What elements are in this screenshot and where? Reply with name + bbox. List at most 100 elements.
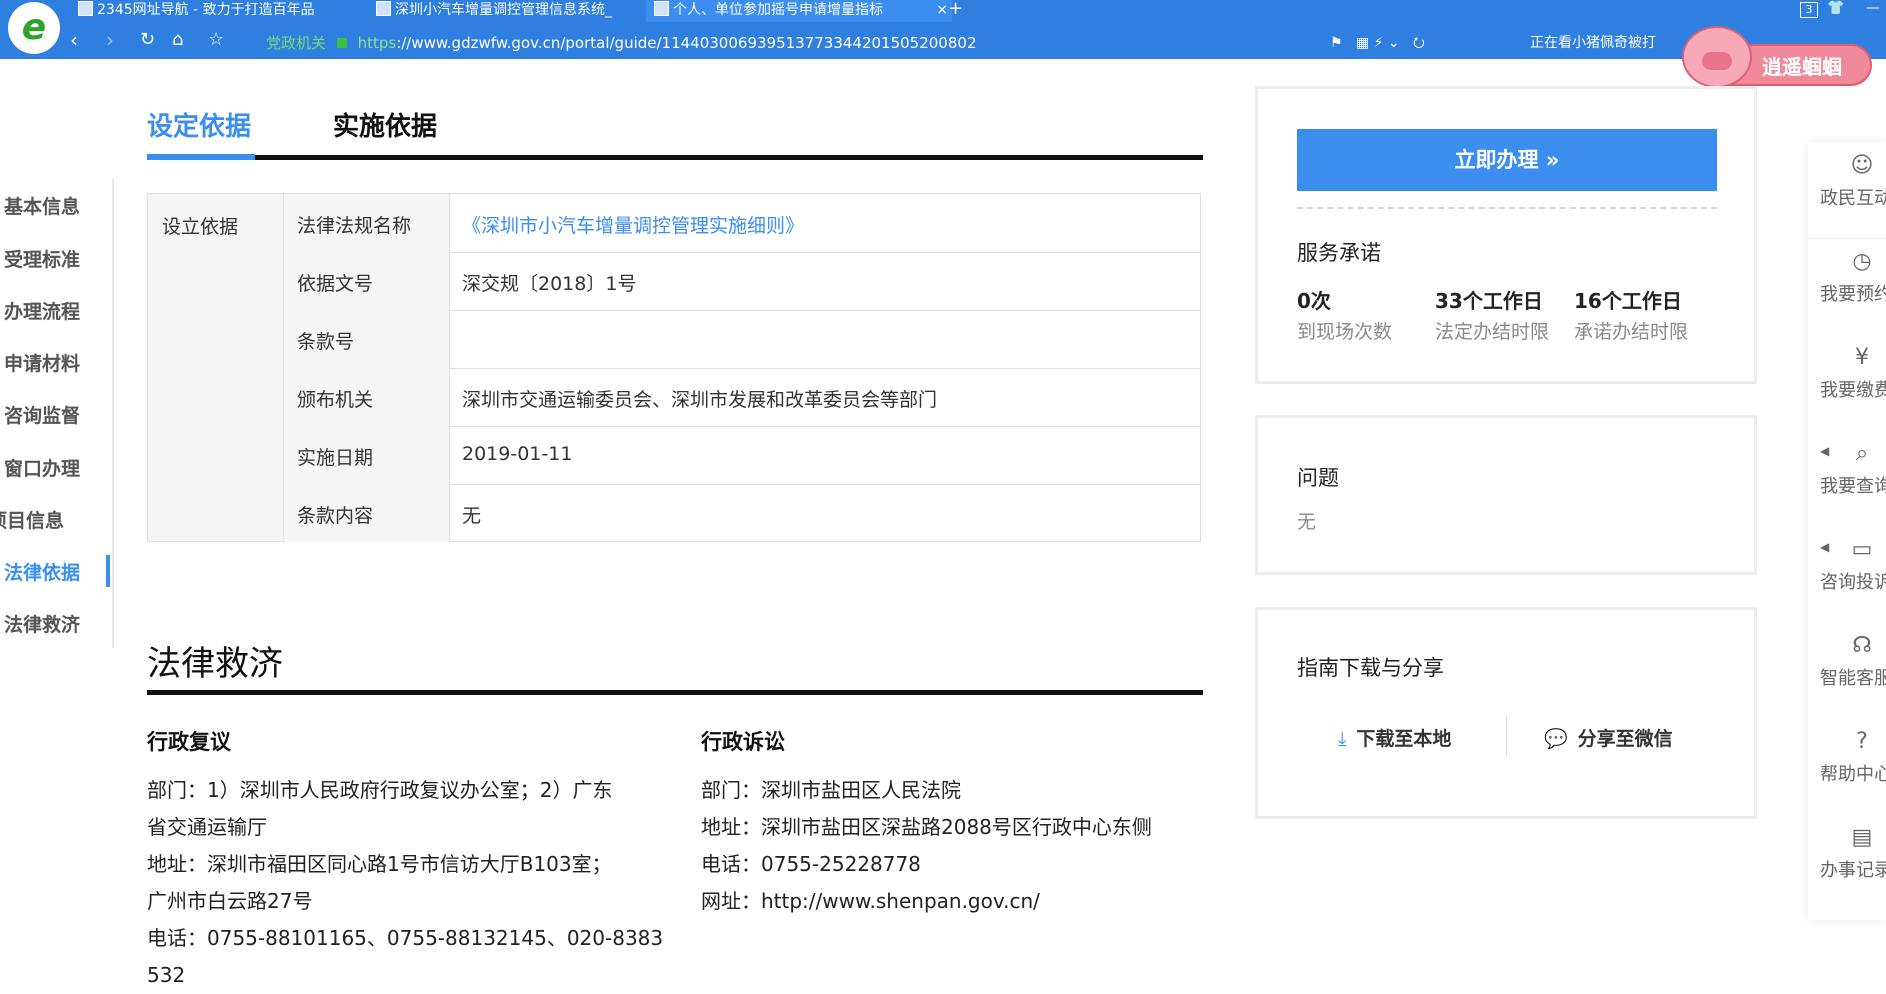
pig-mascot-widget[interactable]: 逍遥蝈蝈 bbox=[1682, 24, 1882, 90]
regulation-link[interactable]: 《深圳市小汽车增量调控管理实施细则》 bbox=[462, 211, 804, 238]
expand-left-icon: ◀ bbox=[1820, 444, 1830, 458]
question-title: 问题 bbox=[1297, 466, 1339, 490]
apply-now-button[interactable]: 立即办理 » bbox=[1297, 129, 1717, 191]
row-key: 依据文号 bbox=[297, 273, 374, 295]
browser-tab-1[interactable]: 2345网址导航 - 致力于打造百年品 bbox=[70, 0, 340, 22]
favorite-star-icon[interactable]: ☆ bbox=[208, 29, 224, 50]
row-key: 条款内容 bbox=[297, 505, 374, 527]
float-item-help[interactable]: ? 帮助中心 bbox=[1808, 718, 1886, 814]
home-icon[interactable]: ⌂ bbox=[172, 29, 183, 50]
sidebar-item-window[interactable]: 窗口办理 bbox=[4, 454, 80, 481]
headset-icon: ☊ bbox=[1852, 633, 1872, 658]
row-key: 颁布机关 bbox=[297, 389, 374, 411]
question-card: 问题 无 bbox=[1255, 415, 1757, 575]
row-key: 法律法规名称 bbox=[297, 215, 412, 237]
service-promise-title: 服务承诺 bbox=[1297, 241, 1381, 265]
table-row: 条款内容 无 bbox=[284, 484, 1200, 542]
share-wechat-button[interactable]: 💬 分享至微信 bbox=[1544, 724, 1673, 751]
float-item-complaint[interactable]: ◀ ▭ 咨询投诉 bbox=[1808, 526, 1886, 622]
download-share-title: 指南下载与分享 bbox=[1297, 656, 1444, 680]
remedy-section-title: 法律救济 bbox=[147, 644, 283, 684]
chat-icon: ☺ bbox=[1850, 153, 1874, 178]
row-key: 实施日期 bbox=[297, 447, 374, 469]
url-text: ://www.gdzwfw.gov.cn/portal/guide/114403… bbox=[396, 34, 977, 52]
stat-label: 到现场次数 bbox=[1297, 321, 1393, 343]
row-value: 深交规〔2018〕1号 bbox=[462, 273, 637, 295]
url-input[interactable]: 党政机关 https://www.gdzwfw.gov.cn/portal/gu… bbox=[266, 32, 977, 53]
basis-group-cell: 设立依据 bbox=[148, 194, 284, 541]
tab-implementation-basis[interactable]: 实施依据 bbox=[333, 106, 437, 143]
row-value: 2019-01-11 bbox=[462, 443, 573, 465]
ticker-icon: ⭮ bbox=[1412, 35, 1425, 51]
sidebar-item-remedy[interactable]: 法律救济 bbox=[4, 610, 80, 637]
complaint-icon: ▭ bbox=[1851, 537, 1873, 562]
new-tab-button[interactable]: + bbox=[948, 0, 963, 19]
download-icon: ⤓ bbox=[1338, 728, 1347, 750]
refresh-icon[interactable]: ↻ bbox=[140, 29, 155, 50]
basis-tabs: 设定依据 实施依据 bbox=[147, 96, 1203, 162]
review-title: 行政复议 bbox=[147, 730, 231, 754]
search-icon: ⌕ bbox=[1855, 441, 1869, 466]
table-row: 法律法规名称 《深圳市小汽车增量调控管理实施细则》 bbox=[284, 194, 1200, 253]
minimize-icon[interactable]: — bbox=[1866, 0, 1880, 16]
basis-table: 设立依据 法律法规名称 《深圳市小汽车增量调控管理实施细则》 依据文号 深交规〔… bbox=[147, 193, 1201, 542]
litigation-title: 行政诉讼 bbox=[701, 730, 785, 754]
stat-label: 承诺办结时限 bbox=[1574, 321, 1689, 343]
url-scheme: https bbox=[357, 34, 397, 52]
float-item-payment[interactable]: ¥ 我要缴费 bbox=[1808, 334, 1886, 430]
table-row: 颁布机关 深圳市交通运输委员会、深圳市发展和改革委员会等部门 bbox=[284, 368, 1200, 427]
download-button[interactable]: ⤓ 下载至本地 bbox=[1338, 724, 1451, 751]
back-icon[interactable]: ‹ bbox=[70, 28, 78, 52]
float-item-records[interactable]: ▤ 办事记录 bbox=[1808, 814, 1886, 910]
stat-label: 法定办结时限 bbox=[1435, 321, 1550, 343]
forward-icon[interactable]: › bbox=[106, 28, 114, 52]
expand-left-icon: ◀ bbox=[1820, 540, 1830, 554]
clock-icon: ◷ bbox=[1852, 249, 1872, 274]
stat-value: 16个工作日 bbox=[1574, 289, 1682, 313]
row-value: 无 bbox=[462, 505, 482, 527]
left-sidebar: 基本信息 受理标准 办理流程 申请材料 咨询监督 窗口办理 项目信息 法律依据 … bbox=[0, 178, 114, 648]
float-item-interaction[interactable]: ☺ 政民互动 bbox=[1808, 142, 1886, 239]
section-divider bbox=[147, 690, 1203, 695]
sidebar-item-process[interactable]: 办理流程 bbox=[4, 297, 80, 324]
tab-divider bbox=[255, 155, 1203, 160]
right-float-toolbar: ☺ 政民互动 ◷ 我要预约 ¥ 我要缴费 ◀ ⌕ 我要查询 ◀ ▭ 咨询投诉 ☊… bbox=[1808, 142, 1886, 920]
float-item-appointment[interactable]: ◷ 我要预约 bbox=[1808, 238, 1886, 334]
help-icon: ? bbox=[1856, 729, 1868, 754]
row-value: 深圳市交通运输委员会、深圳市发展和改革委员会等部门 bbox=[462, 389, 938, 411]
share-separator bbox=[1506, 716, 1507, 756]
review-details: 部门：1）深圳市人民政府行政复议办公室；2）广东 省交通运输厅 地址：深圳市福田… bbox=[147, 778, 664, 987]
browser-tab-2[interactable]: 深圳小汽车增量调控管理信息系统_ bbox=[368, 0, 646, 22]
pig-name: 逍遥蝈蝈 bbox=[1762, 55, 1842, 79]
sidebar-active-marker bbox=[106, 555, 110, 587]
sidebar-item-project[interactable]: 项目信息 bbox=[0, 506, 64, 533]
sidebar-item-criteria[interactable]: 受理标准 bbox=[4, 245, 80, 272]
toolbar-icons[interactable]: ⚑ ▦ ⚡ ⌄ ⭮ bbox=[1330, 32, 1425, 56]
sidebar-item-basic[interactable]: 基本信息 bbox=[4, 192, 80, 219]
float-item-query[interactable]: ◀ ⌕ 我要查询 bbox=[1808, 430, 1886, 526]
row-key: 条款号 bbox=[297, 331, 355, 353]
float-item-service[interactable]: ☊ 智能客服 bbox=[1808, 622, 1886, 718]
browser-tab-3[interactable]: 个人、单位参加摇号申请增量指标 × bbox=[646, 0, 952, 22]
table-row: 实施日期 2019-01-11 bbox=[284, 426, 1200, 485]
browser-logo[interactable]: e bbox=[8, 2, 60, 54]
tab-setting-basis[interactable]: 设定依据 bbox=[147, 106, 251, 143]
dashed-divider bbox=[1297, 207, 1717, 209]
address-bar: ‹ › ↻ ⌂ ☆ 党政机关 https://www.gdzwfw.gov.cn… bbox=[60, 22, 1886, 59]
table-row: 依据文号 深交规〔2018〕1号 bbox=[284, 252, 1200, 311]
close-tab-icon[interactable]: × bbox=[936, 0, 948, 20]
tab-count-badge[interactable]: 3 bbox=[1800, 2, 1818, 18]
sidebar-item-materials[interactable]: 申请材料 bbox=[4, 349, 80, 376]
sidebar-item-consult[interactable]: 咨询监督 bbox=[4, 401, 80, 428]
secure-lock-icon bbox=[336, 38, 347, 48]
favicon-icon bbox=[654, 1, 669, 16]
pig-icon bbox=[1682, 26, 1752, 88]
wechat-icon: 💬 bbox=[1544, 728, 1568, 750]
litigation-details: 部门：深圳市盐田区人民法院 地址：深圳市盐田区深盐路2088号区行政中心东侧 电… bbox=[701, 778, 1152, 913]
question-value: 无 bbox=[1297, 511, 1317, 533]
shirt-icon[interactable]: 👕 bbox=[1827, 0, 1844, 16]
sidebar-item-legal-basis[interactable]: 法律依据 bbox=[4, 558, 80, 585]
favicon-icon bbox=[78, 1, 93, 16]
table-row: 条款号 bbox=[284, 310, 1200, 369]
news-ticker[interactable]: 正在看小猪佩奇被打 bbox=[1530, 32, 1656, 52]
